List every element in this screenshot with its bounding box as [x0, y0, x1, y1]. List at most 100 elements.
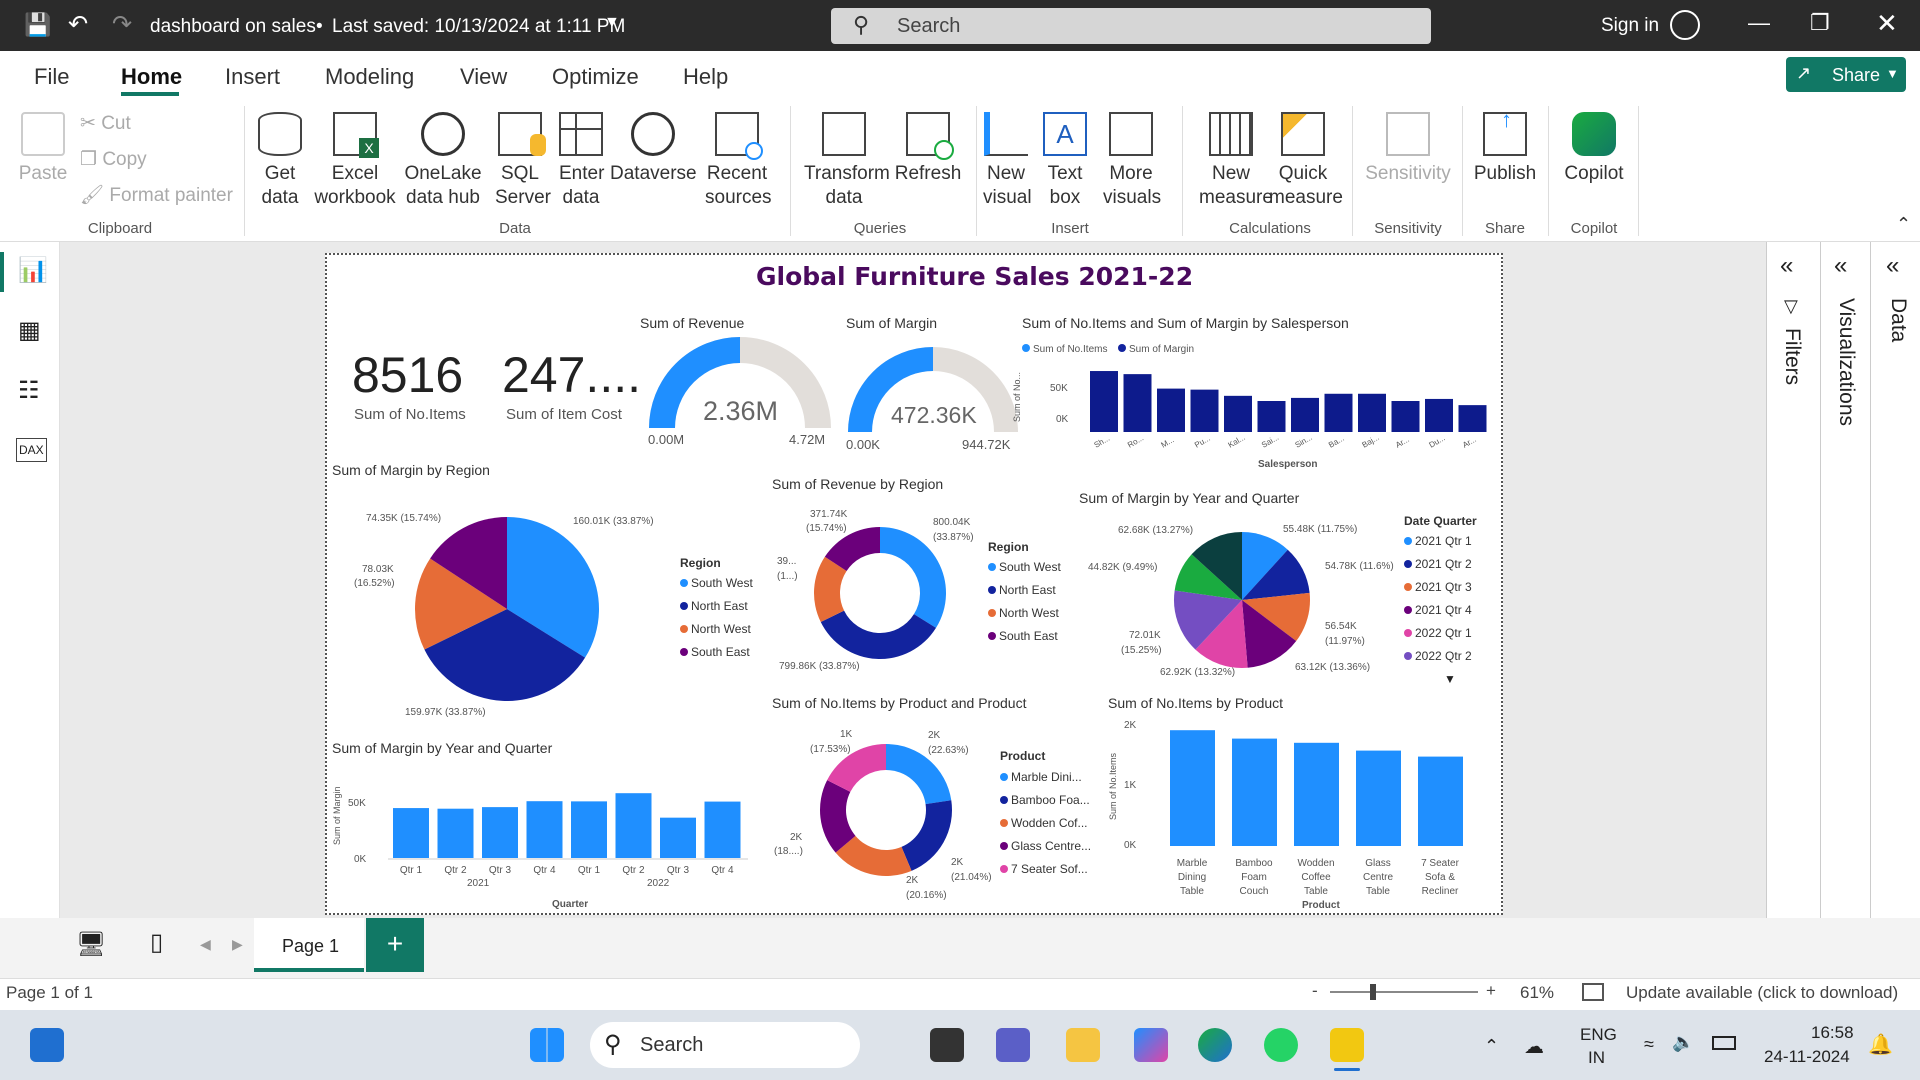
table-view-icon[interactable]: ▦	[18, 316, 41, 345]
collapse-ribbon-icon[interactable]: ⌃	[1896, 214, 1911, 235]
minimize-icon[interactable]: —	[1748, 10, 1770, 36]
text-box-button[interactable]: A Text box	[1040, 112, 1090, 210]
region-code[interactable]: IN	[1588, 1048, 1605, 1068]
product-legend-item[interactable]: Glass Centre...	[1000, 839, 1091, 853]
prev-page-icon[interactable]: ◀	[200, 936, 211, 953]
publish-button[interactable]: ↑ Publish	[1470, 108, 1540, 186]
enter-data-button[interactable]: Enter data	[554, 112, 608, 210]
region-legend-item[interactable]: South West	[680, 576, 753, 590]
rev-region-legend-item[interactable]: South East	[988, 629, 1058, 643]
menu-insert[interactable]: Insert	[225, 64, 280, 90]
rev-region-legend-item[interactable]: South West	[988, 560, 1061, 574]
clock-date[interactable]: 24-11-2024	[1764, 1047, 1850, 1067]
product-legend-item[interactable]: Wodden Cof...	[1000, 816, 1088, 830]
edge-icon[interactable]	[1198, 1028, 1232, 1062]
date-quarter-legend-item[interactable]: 2021 Qtr 3	[1404, 580, 1472, 594]
menu-home[interactable]: Home	[121, 64, 182, 90]
filters-pane-label[interactable]: Filters	[1780, 328, 1804, 385]
language-code[interactable]: ENG	[1580, 1025, 1617, 1045]
product-legend-item[interactable]: 7 Seater Sof...	[1000, 862, 1088, 876]
restore-icon[interactable]: ❐	[1810, 10, 1830, 36]
date-quarter-legend-item[interactable]: 2022 Qtr 1	[1404, 626, 1472, 640]
page-tab-page-1[interactable]: Page 1	[254, 918, 364, 972]
desktop-layout-icon[interactable]: 🖥	[76, 930, 106, 959]
zoom-in-icon[interactable]: +	[1486, 981, 1496, 1001]
cloud-icon[interactable]: ☁	[1524, 1034, 1544, 1059]
battery-icon[interactable]	[1712, 1036, 1736, 1050]
save-icon[interactable]: 💾	[24, 12, 51, 38]
show-hidden-icons[interactable]: ⌃	[1484, 1036, 1499, 1057]
add-page-button[interactable]: +	[366, 918, 424, 972]
date-quarter-legend-item[interactable]: 2021 Qtr 4	[1404, 603, 1472, 617]
more-visuals-button[interactable]: More visuals	[1098, 112, 1164, 210]
menu-file[interactable]: File	[34, 64, 69, 90]
product-legend-item[interactable]: Bamboo Foa...	[1000, 793, 1090, 807]
zoom-slider[interactable]	[1330, 984, 1478, 1000]
transform-data-button[interactable]: Transform data	[800, 112, 890, 210]
zoom-level[interactable]: 61%	[1520, 983, 1554, 1003]
meet-icon[interactable]	[996, 1028, 1030, 1062]
legend-label: Sum of No.Items	[1033, 344, 1108, 355]
copilot-button[interactable]: Copilot	[1556, 112, 1632, 186]
get-data-button[interactable]: Get data	[250, 112, 310, 210]
date-quarter-legend-item[interactable]: 2022 Qtr 2	[1404, 649, 1472, 663]
product-bar-x-tick: Foam	[1241, 872, 1267, 883]
close-icon[interactable]: ✕	[1876, 8, 1898, 39]
onelake-button[interactable]: OneLake data hub	[400, 112, 486, 210]
menu-help[interactable]: Help	[683, 64, 728, 90]
fit-to-page-icon[interactable]	[1582, 983, 1604, 1001]
file-explorer-icon[interactable]	[1066, 1028, 1100, 1062]
region-legend-item[interactable]: South East	[680, 645, 750, 659]
legend-scroll-down-icon[interactable]: ▼	[1444, 672, 1456, 686]
report-view-icon[interactable]: 📊	[18, 256, 48, 285]
date-quarter-legend-item[interactable]: 2021 Qtr 1	[1404, 534, 1472, 548]
volume-icon[interactable]: 🔈	[1672, 1032, 1694, 1053]
refresh-button[interactable]: Refresh	[888, 112, 968, 186]
expand-filters-icon[interactable]: «	[1780, 252, 1793, 280]
rev-region-legend-item[interactable]: North East	[988, 583, 1056, 597]
recent-sources-button[interactable]: Recent sources	[700, 112, 774, 210]
taskbar-search[interactable]: ⚲ Search	[590, 1022, 860, 1068]
windows-start-icon[interactable]	[530, 1028, 564, 1062]
new-measure-button[interactable]: New measure	[1196, 112, 1273, 210]
region-legend-item[interactable]: North East	[680, 599, 748, 613]
share-button[interactable]: ↗ Share ▼	[1786, 57, 1906, 92]
power-bi-icon[interactable]	[1330, 1028, 1364, 1062]
excel-label: Excel workbook	[314, 163, 396, 208]
new-visual-button[interactable]: New visual	[980, 112, 1032, 210]
model-view-icon[interactable]: ☷	[18, 376, 40, 405]
product-legend-item[interactable]: Marble Dini...	[1000, 770, 1082, 784]
whatsapp-icon[interactable]	[1264, 1028, 1298, 1062]
menu-view[interactable]: View	[460, 64, 507, 90]
widgets-icon[interactable]	[30, 1028, 64, 1062]
next-page-icon[interactable]: ▶	[232, 936, 243, 953]
excel-workbook-button[interactable]: X Excel workbook	[312, 112, 398, 210]
expand-data-icon[interactable]: «	[1886, 252, 1899, 280]
zoom-out-icon[interactable]: -	[1312, 981, 1318, 1001]
sign-in-link[interactable]: Sign in	[1601, 15, 1659, 37]
copilot-taskbar-icon[interactable]	[1134, 1028, 1168, 1062]
sql-server-button[interactable]: SQL Server	[490, 112, 551, 210]
dataverse-button[interactable]: Dataverse	[610, 112, 697, 186]
region-legend-item[interactable]: North West	[680, 622, 751, 636]
mobile-layout-icon[interactable]: ▯	[150, 928, 163, 957]
undo-icon[interactable]: ↶	[68, 10, 88, 39]
clock-time[interactable]: 16:58	[1811, 1023, 1854, 1043]
visualizations-pane-label[interactable]: Visualizations	[1834, 298, 1858, 426]
wifi-icon[interactable]: ≈	[1644, 1034, 1654, 1055]
search-input[interactable]: ⚲ Search	[831, 8, 1431, 44]
rev-region-legend-item[interactable]: North West	[988, 606, 1059, 620]
zoom-slider-thumb[interactable]	[1370, 984, 1376, 1000]
update-available-link[interactable]: Update available (click to download)	[1626, 983, 1898, 1003]
dax-query-icon[interactable]: DAX	[16, 438, 47, 462]
chevron-down-icon[interactable]: ▼	[604, 14, 620, 32]
date-quarter-legend-item[interactable]: 2021 Qtr 2	[1404, 557, 1472, 571]
notification-bell-icon[interactable]: 🔔	[1868, 1032, 1893, 1057]
expand-visualizations-icon[interactable]: «	[1834, 252, 1847, 280]
menu-optimize[interactable]: Optimize	[552, 64, 639, 90]
menu-modeling[interactable]: Modeling	[325, 64, 414, 90]
quick-measure-button[interactable]: Quick measure	[1266, 112, 1343, 210]
account-icon[interactable]	[1670, 10, 1700, 40]
task-view-icon[interactable]	[930, 1028, 964, 1062]
data-pane-label[interactable]: Data	[1886, 298, 1910, 342]
